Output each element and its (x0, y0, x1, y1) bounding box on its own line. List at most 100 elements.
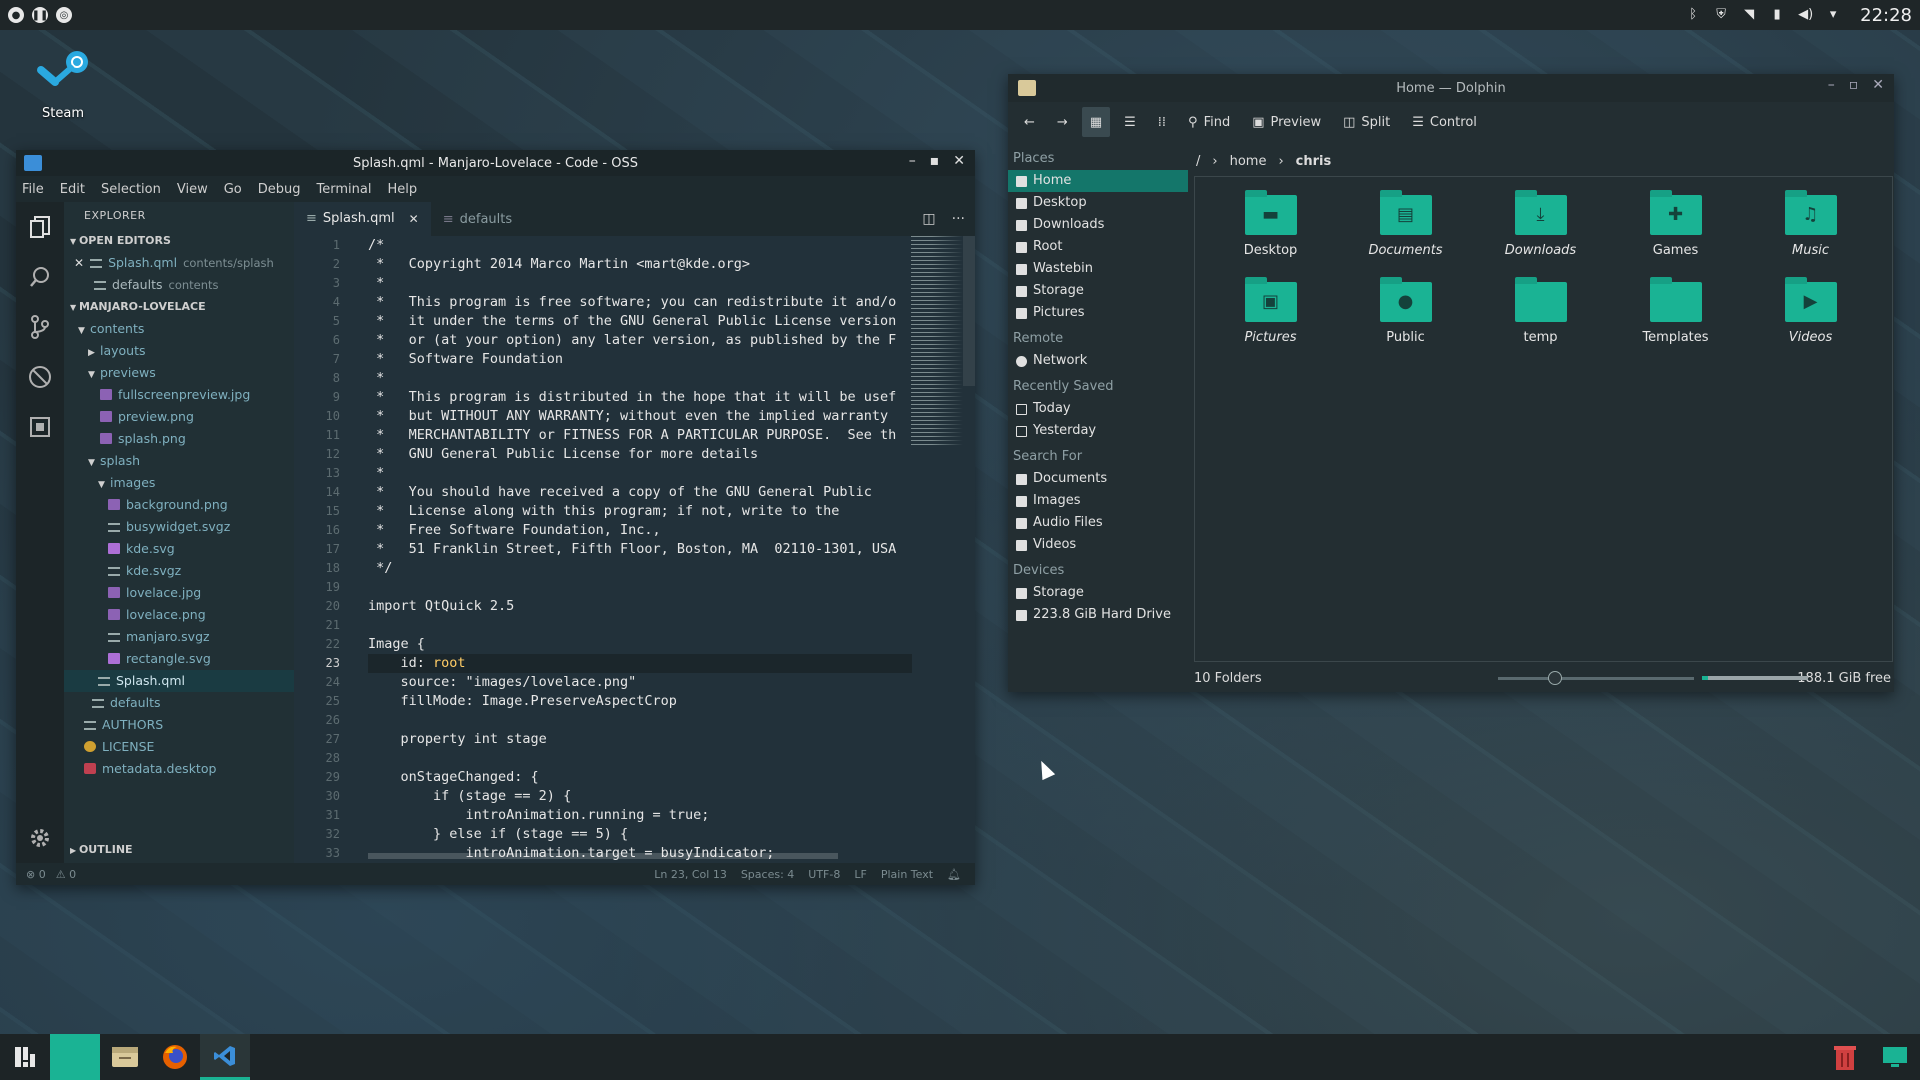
line-ending[interactable]: LF (854, 868, 866, 881)
compact-view-icon[interactable]: ⁞⁞ (1150, 107, 1174, 137)
breadcrumb-chris[interactable]: chris (1296, 154, 1332, 169)
bell-icon[interactable]: 🔔︎ (947, 868, 961, 881)
code-line[interactable]: * MERCHANTABILITY or FITNESS FOR A PARTI… (368, 426, 912, 445)
close-icon[interactable]: ✕ (1872, 77, 1884, 93)
source-control-icon[interactable] (16, 302, 64, 352)
menu-debug[interactable]: Debug (256, 182, 303, 197)
breadcrumb-root[interactable]: / (1196, 154, 1200, 169)
tree-folder[interactable]: ▼ previews (64, 362, 294, 384)
code-line[interactable]: fillMode: Image.PreserveAspectCrop (368, 692, 912, 711)
maximize-icon[interactable]: ▫ (1849, 77, 1859, 93)
language-mode[interactable]: Plain Text (881, 868, 933, 881)
tree-folder[interactable]: ▼ contents (64, 318, 294, 340)
folder-item[interactable]: ▶ Videos (1743, 277, 1878, 345)
code-line[interactable]: Image { (368, 635, 912, 654)
places-item-storage[interactable]: Storage (1008, 280, 1188, 302)
places-item-desktop[interactable]: Desktop (1008, 192, 1188, 214)
code-line[interactable]: * but WITHOUT ANY WARRANTY; without even… (368, 407, 912, 426)
places-item-root[interactable]: Root (1008, 236, 1188, 258)
close-icon[interactable]: ✕ (74, 256, 84, 270)
tree-file[interactable]: AUTHORS (64, 714, 294, 736)
open-editors-section[interactable]: ▼ OPEN EDITORS (64, 230, 294, 252)
back-icon[interactable]: ← (1016, 107, 1043, 137)
places-item-hard-drive[interactable]: 223.8 GiB Hard Drive (1008, 604, 1188, 626)
menu-go[interactable]: Go (222, 182, 244, 197)
menu-edit[interactable]: Edit (58, 182, 87, 197)
code-lines[interactable]: /* * Copyright 2014 Marco Martin <mart@k… (368, 236, 912, 863)
tree-folder[interactable]: ▼ splash (64, 450, 294, 472)
tree-folder[interactable]: ▶ layouts (64, 340, 294, 362)
folder-item[interactable]: ⤓ Downloads (1473, 190, 1608, 258)
dolphin-titlebar[interactable]: Home — Dolphin – ▫ ✕ (1008, 74, 1894, 102)
places-item-audio[interactable]: Audio Files (1008, 512, 1188, 534)
places-item-pictures[interactable]: Pictures (1008, 302, 1188, 324)
code-line[interactable]: /* (368, 236, 912, 255)
code-line[interactable]: * 51 Franklin Street, Fifth Floor, Bosto… (368, 540, 912, 559)
code-line[interactable]: * Software Foundation (368, 350, 912, 369)
shield-icon[interactable]: ⛨ (1714, 8, 1728, 22)
code-line[interactable] (368, 711, 912, 730)
tree-folder[interactable]: ▼ images (64, 472, 294, 494)
code-line[interactable]: */ (368, 559, 912, 578)
settings-icon[interactable]: ◎ (56, 7, 72, 23)
split-button[interactable]: ◫ Split (1335, 107, 1398, 137)
close-icon[interactable]: ✕ (953, 153, 965, 169)
encoding[interactable]: UTF-8 (808, 868, 840, 881)
details-view-icon[interactable]: ☰ (1116, 107, 1144, 137)
menu-selection[interactable]: Selection (99, 182, 163, 197)
code-line[interactable]: * (368, 274, 912, 293)
places-item-yesterday[interactable]: Yesterday (1008, 420, 1188, 442)
folder-item[interactable]: temp (1473, 277, 1608, 345)
vertical-scrollbar[interactable] (963, 236, 975, 386)
tab-splash-qml[interactable]: ≡ Splash.qml ✕ (294, 202, 431, 236)
code-line[interactable]: * it under the terms of the GNU General … (368, 312, 912, 331)
tree-file[interactable]: kde.svgz (64, 560, 294, 582)
folder-item[interactable]: ▤ Documents (1338, 190, 1473, 258)
places-item-documents[interactable]: Documents (1008, 468, 1188, 490)
preview-button[interactable]: ▣ Preview (1244, 107, 1329, 137)
code-line[interactable]: * (368, 464, 912, 483)
code-line[interactable]: property int stage (368, 730, 912, 749)
code-line[interactable] (368, 749, 912, 768)
pause-icon[interactable]: ❚❚ (32, 7, 48, 23)
tree-file[interactable]: defaults (64, 692, 294, 714)
minimap[interactable] (911, 236, 963, 446)
file-manager-icon[interactable] (100, 1034, 150, 1080)
code-line[interactable]: * GNU General Public License for more de… (368, 445, 912, 464)
app-launcher-icon[interactable] (0, 1034, 50, 1080)
menu-view[interactable]: View (175, 182, 210, 197)
code-line[interactable]: * This program is distributed in the hop… (368, 388, 912, 407)
zoom-slider-handle[interactable] (1548, 671, 1562, 685)
breadcrumb-home[interactable]: home (1230, 154, 1267, 169)
tree-file-selected[interactable]: Splash.qml (64, 670, 294, 692)
tree-file[interactable]: LICENSE (64, 736, 294, 758)
places-item-images[interactable]: Images (1008, 490, 1188, 512)
close-icon[interactable]: ✕ (409, 212, 419, 226)
open-editor-item[interactable]: defaults contents (64, 274, 294, 296)
extensions-icon[interactable] (16, 402, 64, 452)
lock-icon[interactable]: ● (8, 7, 24, 23)
icons-view-icon[interactable]: ▦ (1081, 107, 1111, 137)
horizontal-scrollbar[interactable] (368, 853, 838, 859)
warnings-indicator[interactable]: ⚠ 0 (56, 868, 76, 881)
open-editor-item[interactable]: ✕ Splash.qml contents/splash (64, 252, 294, 274)
more-icon[interactable]: ··· (952, 211, 965, 227)
minimize-icon[interactable]: – (909, 153, 916, 169)
code-line[interactable]: * License along with this program; if no… (368, 502, 912, 521)
places-item-downloads[interactable]: Downloads (1008, 214, 1188, 236)
code-line[interactable]: * Free Software Foundation, Inc., (368, 521, 912, 540)
wifi-icon[interactable]: ◥ (1742, 8, 1756, 22)
find-button[interactable]: ⚲ Find (1180, 107, 1238, 137)
places-item-wastebin[interactable]: Wastebin (1008, 258, 1188, 280)
bluetooth-icon[interactable]: ᛒ (1686, 8, 1700, 22)
tree-file[interactable]: background.png (64, 494, 294, 516)
places-item-storage-device[interactable]: Storage (1008, 582, 1188, 604)
menu-terminal[interactable]: Terminal (315, 182, 374, 197)
zoom-slider[interactable] (1498, 671, 1694, 685)
maximize-icon[interactable]: ▪ (930, 153, 940, 169)
code-line[interactable]: if (stage == 2) { (368, 787, 912, 806)
code-line[interactable] (368, 578, 912, 597)
places-item-today[interactable]: Today (1008, 398, 1188, 420)
tree-file[interactable]: kde.svg (64, 538, 294, 560)
places-item-videos[interactable]: Videos (1008, 534, 1188, 556)
